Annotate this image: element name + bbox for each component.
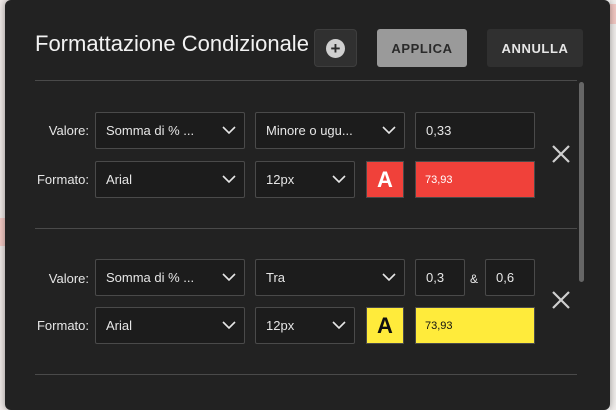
threshold-input[interactable]: 0,33 bbox=[415, 112, 535, 149]
operator-select-value: Minore o ugu... bbox=[266, 123, 353, 138]
range-min-input[interactable]: 0,3 bbox=[415, 259, 465, 296]
range-max-input-value: 0,6 bbox=[496, 270, 515, 285]
operator-select-value: Tra bbox=[266, 270, 286, 285]
chevron-down-icon bbox=[214, 308, 244, 343]
chevron-down-icon bbox=[214, 113, 244, 148]
scrollbar-thumb[interactable] bbox=[579, 82, 584, 282]
measure-select[interactable]: Somma di % ... bbox=[95, 112, 245, 149]
chevron-down-icon bbox=[214, 260, 244, 295]
format-label: Formato: bbox=[36, 172, 89, 187]
format-preview: 73,93 bbox=[415, 161, 535, 198]
measure-select-value: Somma di % ... bbox=[106, 123, 195, 138]
operator-select[interactable]: Minore o ugu... bbox=[255, 112, 405, 149]
font-size-select[interactable]: 12px bbox=[255, 161, 355, 198]
font-size-select-value: 12px bbox=[266, 318, 295, 333]
plus-circle-icon: + bbox=[326, 38, 345, 58]
font-select[interactable]: Arial bbox=[95, 307, 245, 344]
close-icon[interactable] bbox=[549, 288, 573, 312]
header-divider bbox=[35, 80, 577, 81]
measure-select-value: Somma di % ... bbox=[106, 270, 195, 285]
font-select-value: Arial bbox=[106, 318, 133, 333]
threshold-input-value: 0,33 bbox=[426, 123, 452, 138]
font-size-select[interactable]: 12px bbox=[255, 307, 355, 344]
chevron-down-icon bbox=[374, 113, 404, 148]
chevron-down-icon bbox=[324, 162, 354, 197]
conditional-formatting-dialog: Formattazione Condizionale + APPLICA ANN… bbox=[5, 0, 610, 410]
color-picker-button[interactable]: A bbox=[366, 307, 404, 344]
measure-select[interactable]: Somma di % ... bbox=[95, 259, 245, 296]
cancel-button[interactable]: ANNULLA bbox=[487, 29, 583, 67]
operator-select[interactable]: Tra bbox=[255, 259, 405, 296]
color-picker-button[interactable]: A bbox=[366, 161, 404, 198]
chevron-down-icon bbox=[214, 162, 244, 197]
apply-button[interactable]: APPLICA bbox=[377, 29, 467, 67]
chevron-down-icon bbox=[324, 308, 354, 343]
background-page-right bbox=[610, 0, 616, 410]
rule-divider bbox=[35, 228, 577, 229]
font-select[interactable]: Arial bbox=[95, 161, 245, 198]
chevron-down-icon bbox=[374, 260, 404, 295]
add-rule-button[interactable]: + bbox=[314, 29, 357, 67]
background-highlight bbox=[610, 4, 616, 24]
value-label: Valore: bbox=[48, 271, 89, 286]
rule-divider bbox=[35, 374, 577, 375]
range-max-input[interactable]: 0,6 bbox=[485, 259, 535, 296]
range-separator: & bbox=[470, 272, 479, 286]
font-select-value: Arial bbox=[106, 172, 133, 187]
range-min-input-value: 0,3 bbox=[426, 270, 445, 285]
value-label: Valore: bbox=[48, 123, 89, 138]
font-size-select-value: 12px bbox=[266, 172, 295, 187]
format-preview: 73,93 bbox=[415, 307, 535, 344]
format-label: Formato: bbox=[36, 318, 89, 333]
close-icon[interactable] bbox=[549, 142, 573, 166]
dialog-title: Formattazione Condizionale bbox=[35, 31, 309, 56]
